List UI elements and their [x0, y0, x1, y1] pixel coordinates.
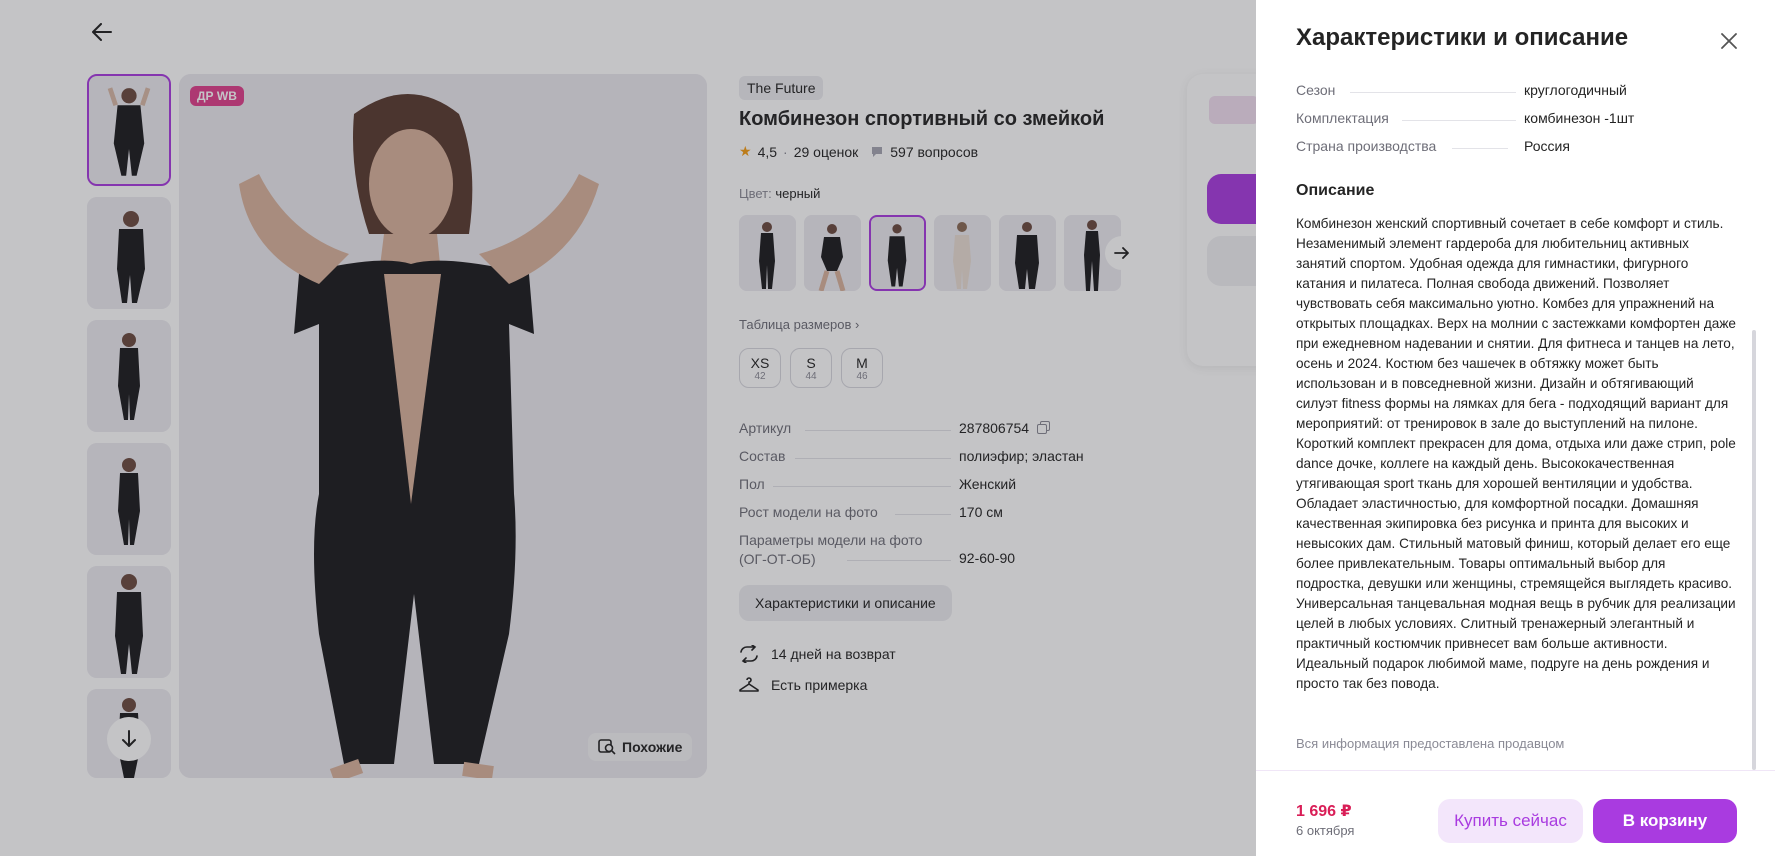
spec-value: 170 см — [959, 504, 1003, 520]
size-ru: 46 — [856, 371, 868, 382]
color-swatch-2[interactable] — [804, 215, 861, 291]
product-title: Комбинезон спортивный со змейкой — [739, 108, 1105, 130]
feature-return: 14 дней на возврат — [739, 645, 896, 663]
main-product-image[interactable] — [179, 74, 707, 778]
spec-key: Артикул — [739, 420, 792, 436]
thumbnail-image — [87, 443, 171, 555]
return-icon — [740, 645, 758, 663]
arrow-down-icon — [122, 730, 136, 747]
add-to-cart-button[interactable]: В корзину — [1593, 799, 1737, 843]
thumbnail-2[interactable] — [87, 197, 171, 309]
panel-footer: 1 696 ₽ 6 октября Купить сейчас В корзин… — [1256, 770, 1775, 856]
panel-title: Характеристики и описание — [1296, 24, 1629, 51]
char-value: комбинезон -1шт — [1524, 110, 1635, 126]
char-key: Страна производства — [1296, 138, 1437, 154]
color-label-key: Цвет: — [739, 186, 772, 201]
swatch-image — [871, 217, 924, 289]
questions-count[interactable]: 597 вопросов — [890, 144, 978, 160]
arrow-right-icon — [1114, 247, 1129, 259]
delivery-date: 6 октября — [1296, 823, 1355, 838]
color-label-value: черный — [775, 186, 821, 201]
thumbnail-image — [87, 566, 171, 678]
chevron-right-icon: › — [855, 317, 860, 332]
search-similar-icon — [598, 739, 616, 755]
swatches-next-button[interactable] — [1105, 236, 1139, 270]
back-arrow-icon — [92, 23, 112, 41]
spec-key: Состав — [739, 448, 786, 464]
product-photo — [179, 74, 707, 778]
swatch-image — [739, 215, 796, 291]
char-key: Сезон — [1296, 82, 1336, 98]
char-value: Россия — [1524, 138, 1570, 154]
characteristics-button[interactable]: Характеристики и описание — [739, 585, 952, 621]
questions-icon — [872, 146, 883, 157]
feature-label: Есть примерка — [771, 677, 868, 693]
rating-value: 4,5 — [757, 143, 778, 160]
swatch-image — [999, 215, 1056, 291]
thumbnail-image — [89, 76, 169, 184]
thumbnail-5[interactable] — [87, 566, 171, 678]
promo-badge: ДР WB — [190, 86, 244, 106]
color-swatch-3[interactable] — [869, 215, 926, 291]
back-button[interactable] — [88, 18, 116, 46]
thumbnail-3[interactable] — [87, 320, 171, 432]
star-icon: ★ — [739, 143, 752, 159]
spec-value: Женский — [959, 476, 1017, 492]
char-value: круглогодичный — [1524, 82, 1627, 98]
size-name: M — [856, 355, 868, 371]
spec-row: Параметры модели на фото (ОГ-ОТ-ОБ) 92-6… — [739, 531, 1079, 571]
dot-separator: · — [783, 143, 788, 160]
size-option-s[interactable]: S 44 — [790, 348, 832, 388]
thumbnail-1[interactable] — [87, 74, 171, 186]
scroll-down-button[interactable] — [107, 717, 151, 761]
article-number: 287806754 — [959, 420, 1030, 436]
description-heading: Описание — [1296, 182, 1375, 199]
similar-button[interactable]: Похожие — [588, 733, 693, 761]
color-swatch-1[interactable] — [739, 215, 796, 291]
size-name: S — [806, 355, 816, 371]
copy-icon[interactable] — [1036, 421, 1050, 434]
description-text: Комбинезон женский спортивный сочетает в… — [1296, 216, 1736, 691]
size-option-xs[interactable]: XS 42 — [739, 348, 781, 388]
size-ru: 44 — [805, 371, 817, 382]
size-name: XS — [750, 355, 770, 371]
color-label: Цвет: черный — [739, 186, 820, 201]
characteristics-panel: Характеристики и описание Сезон круглого… — [1256, 0, 1775, 856]
panel-scrollbar[interactable] — [1752, 330, 1756, 770]
spec-key: Параметры модели на фото (ОГ-ОТ-ОБ) — [739, 532, 923, 567]
close-button[interactable] — [1716, 28, 1742, 54]
thumbnail-4[interactable] — [87, 443, 171, 555]
swatch-image — [934, 215, 991, 291]
feature-fitting: Есть примерка — [739, 677, 867, 693]
swatch-image — [804, 215, 861, 291]
spec-key: Рост модели на фото — [739, 504, 878, 520]
price-placeholder — [1209, 96, 1259, 124]
color-swatch-5[interactable] — [999, 215, 1056, 291]
thumbnail-image — [87, 320, 171, 432]
footer-price: 1 696 ₽ — [1296, 803, 1352, 820]
spec-key: Пол — [739, 476, 765, 492]
hanger-icon — [739, 677, 759, 692]
spec-value: полиэфир; эластан — [959, 448, 1084, 464]
size-option-m[interactable]: M 46 — [841, 348, 883, 388]
size-table-label: Таблица размеров — [739, 317, 852, 332]
spec-value: 92-60-90 — [959, 550, 1016, 566]
seller-note: Вся информация предоставлена продавцом — [1296, 736, 1565, 751]
brand-chip[interactable]: The Future — [739, 76, 824, 100]
color-swatch-4[interactable] — [934, 215, 991, 291]
char-key: Комплектация — [1296, 110, 1389, 126]
buy-now-button[interactable]: Купить сейчас — [1438, 799, 1583, 843]
size-ru: 42 — [754, 371, 766, 382]
ratings-count[interactable]: 29 оценок — [794, 144, 859, 160]
rating-row[interactable]: ★ 4,5 · 29 оценок 597 вопросов — [739, 143, 978, 160]
thumbnail-image — [87, 197, 171, 309]
similar-label: Похожие — [622, 739, 683, 755]
close-icon — [1721, 33, 1737, 49]
spec-value: 287806754 — [959, 420, 1050, 436]
feature-label: 14 дней на возврат — [771, 646, 896, 662]
size-table-link[interactable]: Таблица размеров › — [739, 317, 859, 332]
